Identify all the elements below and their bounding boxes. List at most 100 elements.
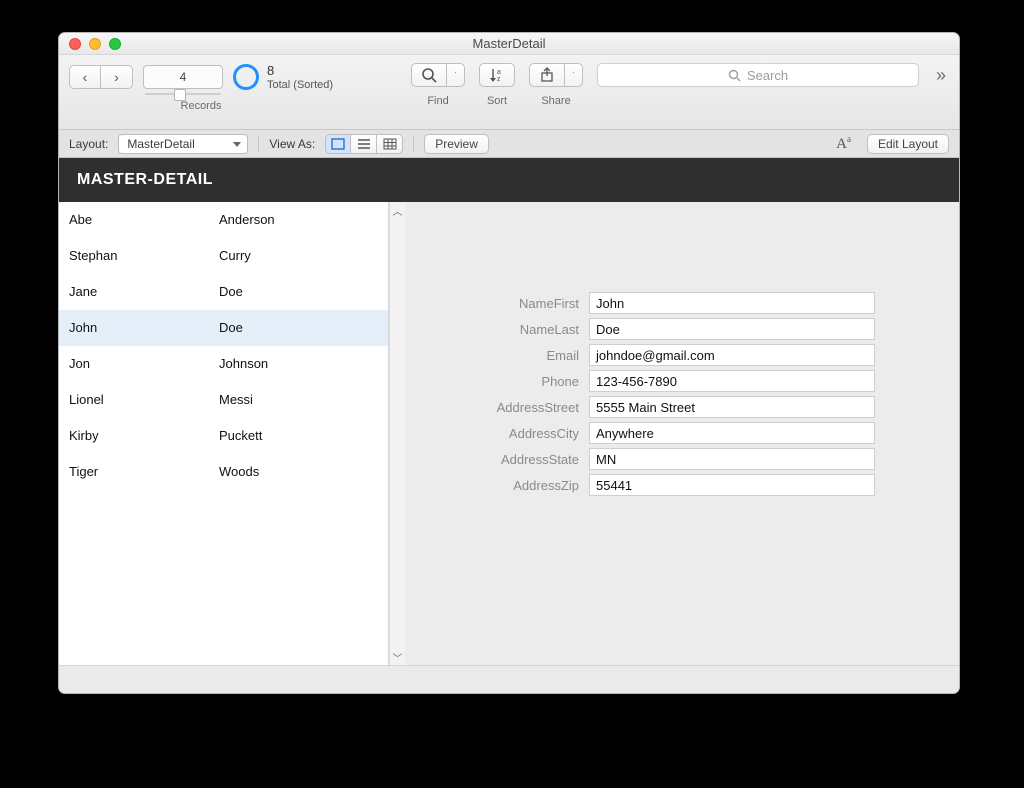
edit-layout-button[interactable]: Edit Layout [867,134,949,154]
pie-status-icon [233,64,259,90]
detail-pane: NameFirstJohnNameLastDoeEmailjohndoe@gma… [405,202,959,665]
records-group: ‹ › 4 8 Total (Sorted) Records [69,63,333,112]
scroll-down-button[interactable]: ﹀ [390,649,405,665]
list-item-first: John [69,320,219,335]
sort-label: Sort [487,95,507,107]
record-info: 8 Total (Sorted) [233,63,333,92]
detail-field: Emailjohndoe@gmail.com [445,342,939,368]
page-title: MASTER-DETAIL [77,171,213,189]
field-label: NameLast [445,322,589,337]
list-item-first: Tiger [69,464,219,479]
field-label: AddressZip [445,478,589,493]
detail-field: AddressZip55441 [445,472,939,498]
field-input[interactable]: Anywhere [589,422,875,444]
field-input[interactable]: John [589,292,875,314]
window-title: MasterDetail [59,36,959,51]
record-nav-segment: ‹ › [69,65,133,89]
detail-field: AddressStreet5555 Main Street [445,394,939,420]
list-item[interactable]: JohnDoe [59,310,388,346]
share-menu-button[interactable] [565,63,583,87]
list-item-first: Kirby [69,428,219,443]
field-label: AddressState [445,452,589,467]
sort-group: a z Sort [479,63,515,107]
find-group: Find [411,63,465,107]
chevron-down-icon [573,72,574,78]
layout-select[interactable]: MasterDetail [118,134,248,154]
titlebar: MasterDetail [59,33,959,55]
form-view-icon [331,138,345,150]
field-label: NameFirst [445,296,589,311]
list-item[interactable]: LionelMessi [59,382,388,418]
list-item-first: Jane [69,284,219,299]
toolbar-overflow-button[interactable]: » [933,63,949,86]
detail-field: Phone123-456-7890 [445,368,939,394]
find-menu-button[interactable] [447,63,465,87]
page-header: MASTER-DETAIL [59,158,959,202]
list-item[interactable]: StephanCurry [59,238,388,274]
share-label: Share [541,95,570,107]
search-icon [421,67,437,83]
search-wrap: Search [597,63,919,87]
list-item[interactable]: JonJohnson [59,346,388,382]
toolbar: ‹ › 4 8 Total (Sorted) Records [59,55,959,130]
field-input[interactable]: 55441 [589,474,875,496]
list-item[interactable]: AbeAnderson [59,202,388,238]
master-list: AbeAndersonStephanCurryJaneDoeJohnDoeJon… [59,202,389,665]
field-label: Email [445,348,589,363]
viewas-label: View As: [269,137,315,151]
sort-button[interactable]: a z [479,63,515,87]
view-table-button[interactable] [377,134,403,154]
current-record-number: 4 [180,70,187,84]
svg-text:a: a [497,69,501,76]
field-input[interactable]: johndoe@gmail.com [589,344,875,366]
search-input[interactable]: Search [597,63,919,87]
list-item[interactable]: TigerWoods [59,454,388,490]
view-as-segment [325,134,403,154]
detail-field: NameFirstJohn [445,290,939,316]
chevron-left-icon: ‹ [83,70,88,84]
list-item-last: Curry [219,248,388,263]
layout-label: Layout: [69,137,108,151]
list-item-first: Abe [69,212,219,227]
layout-select-value: MasterDetail [127,137,194,151]
record-status: Total (Sorted) [267,79,333,92]
search-placeholder: Search [747,68,788,83]
body: AbeAndersonStephanCurryJaneDoeJohnDoeJon… [59,202,959,665]
list-item-last: Doe [219,320,388,335]
list-item-last: Puckett [219,428,388,443]
field-label: Phone [445,374,589,389]
list-item-last: Johnson [219,356,388,371]
view-list-button[interactable] [351,134,377,154]
chevron-down-icon [455,72,456,78]
sort-icon: a z [489,67,505,83]
field-input[interactable]: Doe [589,318,875,340]
find-segment [411,63,465,87]
master-scrollbar[interactable]: ︿ ﹀ [389,202,405,665]
field-input[interactable]: 5555 Main Street [589,396,875,418]
list-item-first: Jon [69,356,219,371]
record-number-box[interactable]: 4 [143,65,223,89]
search-icon [728,69,741,82]
layout-bar: Layout: MasterDetail View As: [59,130,959,158]
text-formatting-button[interactable]: Aa [830,134,857,153]
view-form-button[interactable] [325,134,351,154]
app-window: MasterDetail ‹ › 4 8 [58,32,960,694]
preview-button[interactable]: Preview [424,134,489,154]
list-item-last: Doe [219,284,388,299]
detail-field: AddressCityAnywhere [445,420,939,446]
share-button[interactable] [529,63,565,87]
detail-field: NameLastDoe [445,316,939,342]
find-button[interactable] [411,63,447,87]
field-input[interactable]: MN [589,448,875,470]
record-slider[interactable] [139,91,227,97]
list-item[interactable]: JaneDoe [59,274,388,310]
next-record-button[interactable]: › [101,65,133,89]
list-item-first: Stephan [69,248,219,263]
prev-record-button[interactable]: ‹ [69,65,101,89]
list-item[interactable]: KirbyPuckett [59,418,388,454]
share-icon [540,67,554,83]
share-segment [529,63,583,87]
field-label: AddressCity [445,426,589,441]
field-input[interactable]: 123-456-7890 [589,370,875,392]
scroll-up-button[interactable]: ︿ [390,202,405,218]
